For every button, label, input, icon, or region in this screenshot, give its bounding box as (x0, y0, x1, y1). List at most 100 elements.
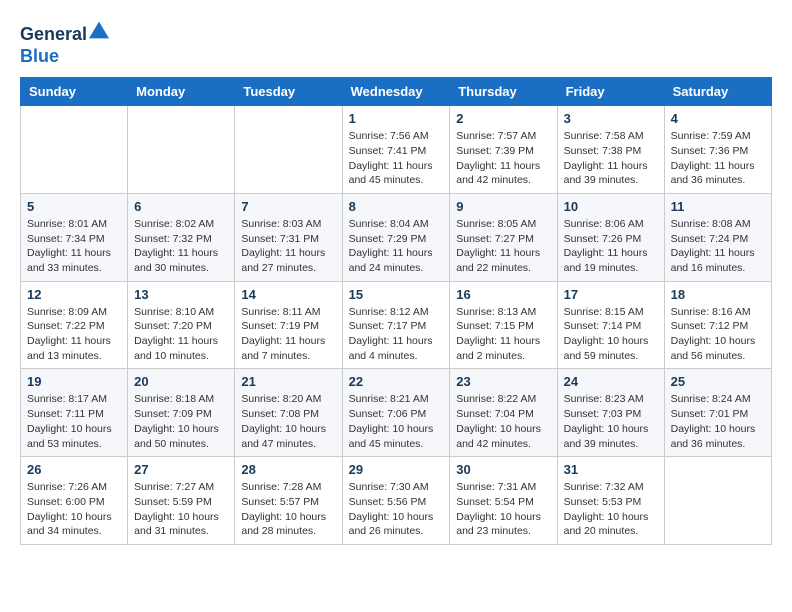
calendar-day-cell: 1Sunrise: 7:56 AM Sunset: 7:41 PM Daylig… (342, 106, 450, 194)
day-number: 16 (456, 287, 550, 302)
day-info: Sunrise: 7:27 AM Sunset: 5:59 PM Dayligh… (134, 480, 228, 539)
day-info: Sunrise: 8:13 AM Sunset: 7:15 PM Dayligh… (456, 305, 550, 364)
weekday-header-friday: Friday (557, 78, 664, 106)
calendar-day-cell: 18 Sunrise: 8:16 AM Sunset: 7:12 PM Dayli… (664, 281, 771, 369)
day-number: 5 (27, 199, 121, 214)
day-info: Sunrise: 7:56 AM Sunset: 7:41 PM Dayligh… (349, 129, 444, 188)
day-number: 29 (349, 462, 444, 477)
calendar-week-row: 19 Sunrise: 8:17 AM Sunset: 7:11 PM Dayli… (21, 369, 772, 457)
calendar-day-cell: 21 Sunrise: 8:20 AM Sunset: 7:08 PM Dayli… (235, 369, 342, 457)
day-number: 14 (241, 287, 335, 302)
calendar-day-cell: 6 Sunrise: 8:02 AM Sunset: 7:32 PM Daylig… (128, 193, 235, 281)
calendar-day-cell: 27Sunrise: 7:27 AM Sunset: 5:59 PM Dayli… (128, 457, 235, 545)
logo-general: General (20, 24, 87, 44)
day-number: 25 (671, 374, 765, 389)
day-number: 21 (241, 374, 335, 389)
logo-text: General Blue (20, 20, 109, 67)
day-number: 4 (671, 111, 765, 126)
day-number: 19 (27, 374, 121, 389)
weekday-header-sunday: Sunday (21, 78, 128, 106)
day-info: Sunrise: 8:02 AM Sunset: 7:32 PM Dayligh… (134, 217, 228, 276)
day-info: Sunrise: 8:21 AM Sunset: 7:06 PM Dayligh… (349, 392, 444, 451)
day-info: Sunrise: 7:30 AM Sunset: 5:56 PM Dayligh… (349, 480, 444, 539)
day-number: 20 (134, 374, 228, 389)
calendar-day-cell: 30 Sunrise: 7:31 AM Sunset: 5:54 PM Dayli… (450, 457, 557, 545)
calendar-week-row: 5Sunrise: 8:01 AM Sunset: 7:34 PM Daylig… (21, 193, 772, 281)
calendar-day-cell: 13 Sunrise: 8:10 AM Sunset: 7:20 PM Dayli… (128, 281, 235, 369)
day-number: 2 (456, 111, 550, 126)
calendar-day-cell: 4 Sunrise: 7:59 AM Sunset: 7:36 PM Daylig… (664, 106, 771, 194)
day-info: Sunrise: 7:26 AM Sunset: 6:00 PM Dayligh… (27, 480, 121, 539)
day-number: 28 (241, 462, 335, 477)
weekday-header-monday: Monday (128, 78, 235, 106)
day-info: Sunrise: 8:11 AM Sunset: 7:19 PM Dayligh… (241, 305, 335, 364)
calendar-day-cell: 8Sunrise: 8:04 AM Sunset: 7:29 PM Daylig… (342, 193, 450, 281)
day-info: Sunrise: 8:03 AM Sunset: 7:31 PM Dayligh… (241, 217, 335, 276)
calendar-day-cell: 12 Sunrise: 8:09 AM Sunset: 7:22 PM Dayli… (21, 281, 128, 369)
day-number: 18 (671, 287, 765, 302)
day-info: Sunrise: 8:12 AM Sunset: 7:17 PM Dayligh… (349, 305, 444, 364)
weekday-header-thursday: Thursday (450, 78, 557, 106)
day-number: 7 (241, 199, 335, 214)
calendar-empty-cell (128, 106, 235, 194)
day-number: 22 (349, 374, 444, 389)
calendar-day-cell: 10 Sunrise: 8:06 AM Sunset: 7:26 PM Dayli… (557, 193, 664, 281)
day-number: 9 (456, 199, 550, 214)
day-number: 17 (564, 287, 658, 302)
calendar-day-cell: 24 Sunrise: 8:23 AM Sunset: 7:03 PM Dayli… (557, 369, 664, 457)
day-number: 10 (564, 199, 658, 214)
calendar-day-cell: 15 Sunrise: 8:12 AM Sunset: 7:17 PM Dayli… (342, 281, 450, 369)
calendar-day-cell: 23Sunrise: 8:22 AM Sunset: 7:04 PM Dayli… (450, 369, 557, 457)
calendar-day-cell: 26 Sunrise: 7:26 AM Sunset: 6:00 PM Dayli… (21, 457, 128, 545)
calendar-day-cell: 5Sunrise: 8:01 AM Sunset: 7:34 PM Daylig… (21, 193, 128, 281)
calendar-day-cell: 22 Sunrise: 8:21 AM Sunset: 7:06 PM Dayli… (342, 369, 450, 457)
calendar-header-row: SundayMondayTuesdayWednesdayThursdayFrid… (21, 78, 772, 106)
logo: General Blue (20, 20, 109, 67)
day-info: Sunrise: 7:31 AM Sunset: 5:54 PM Dayligh… (456, 480, 550, 539)
calendar-day-cell: 9 Sunrise: 8:05 AM Sunset: 7:27 PM Daylig… (450, 193, 557, 281)
calendar-day-cell: 14 Sunrise: 8:11 AM Sunset: 7:19 PM Dayli… (235, 281, 342, 369)
day-number: 11 (671, 199, 765, 214)
calendar-day-cell: 28Sunrise: 7:28 AM Sunset: 5:57 PM Dayli… (235, 457, 342, 545)
day-number: 30 (456, 462, 550, 477)
day-info: Sunrise: 8:04 AM Sunset: 7:29 PM Dayligh… (349, 217, 444, 276)
day-info: Sunrise: 8:09 AM Sunset: 7:22 PM Dayligh… (27, 305, 121, 364)
day-info: Sunrise: 8:20 AM Sunset: 7:08 PM Dayligh… (241, 392, 335, 451)
day-info: Sunrise: 8:23 AM Sunset: 7:03 PM Dayligh… (564, 392, 658, 451)
day-info: Sunrise: 7:32 AM Sunset: 5:53 PM Dayligh… (564, 480, 658, 539)
day-info: Sunrise: 7:58 AM Sunset: 7:38 PM Dayligh… (564, 129, 658, 188)
calendar-table: SundayMondayTuesdayWednesdayThursdayFrid… (20, 77, 772, 545)
calendar-day-cell: 29 Sunrise: 7:30 AM Sunset: 5:56 PM Dayli… (342, 457, 450, 545)
calendar-empty-cell (235, 106, 342, 194)
day-info: Sunrise: 8:10 AM Sunset: 7:20 PM Dayligh… (134, 305, 228, 364)
day-info: Sunrise: 8:18 AM Sunset: 7:09 PM Dayligh… (134, 392, 228, 451)
day-info: Sunrise: 8:16 AM Sunset: 7:12 PM Dayligh… (671, 305, 765, 364)
calendar-day-cell: 11 Sunrise: 8:08 AM Sunset: 7:24 PM Dayli… (664, 193, 771, 281)
day-number: 26 (27, 462, 121, 477)
calendar-day-cell: 25Sunrise: 8:24 AM Sunset: 7:01 PM Dayli… (664, 369, 771, 457)
weekday-header-saturday: Saturday (664, 78, 771, 106)
calendar-empty-cell (21, 106, 128, 194)
calendar-day-cell: 7 Sunrise: 8:03 AM Sunset: 7:31 PM Daylig… (235, 193, 342, 281)
day-info: Sunrise: 8:05 AM Sunset: 7:27 PM Dayligh… (456, 217, 550, 276)
day-number: 24 (564, 374, 658, 389)
calendar-day-cell: 20 Sunrise: 8:18 AM Sunset: 7:09 PM Dayli… (128, 369, 235, 457)
calendar-week-row: 26 Sunrise: 7:26 AM Sunset: 6:00 PM Dayli… (21, 457, 772, 545)
calendar-day-cell: 16 Sunrise: 8:13 AM Sunset: 7:15 PM Dayli… (450, 281, 557, 369)
day-info: Sunrise: 8:17 AM Sunset: 7:11 PM Dayligh… (27, 392, 121, 451)
calendar-week-row: 1Sunrise: 7:56 AM Sunset: 7:41 PM Daylig… (21, 106, 772, 194)
day-info: Sunrise: 8:06 AM Sunset: 7:26 PM Dayligh… (564, 217, 658, 276)
day-number: 12 (27, 287, 121, 302)
weekday-header-wednesday: Wednesday (342, 78, 450, 106)
day-number: 6 (134, 199, 228, 214)
calendar-week-row: 12 Sunrise: 8:09 AM Sunset: 7:22 PM Dayli… (21, 281, 772, 369)
day-number: 3 (564, 111, 658, 126)
day-info: Sunrise: 8:15 AM Sunset: 7:14 PM Dayligh… (564, 305, 658, 364)
day-info: Sunrise: 7:59 AM Sunset: 7:36 PM Dayligh… (671, 129, 765, 188)
day-number: 31 (564, 462, 658, 477)
day-info: Sunrise: 8:08 AM Sunset: 7:24 PM Dayligh… (671, 217, 765, 276)
day-number: 15 (349, 287, 444, 302)
day-info: Sunrise: 7:57 AM Sunset: 7:39 PM Dayligh… (456, 129, 550, 188)
day-number: 13 (134, 287, 228, 302)
day-info: Sunrise: 8:22 AM Sunset: 7:04 PM Dayligh… (456, 392, 550, 451)
